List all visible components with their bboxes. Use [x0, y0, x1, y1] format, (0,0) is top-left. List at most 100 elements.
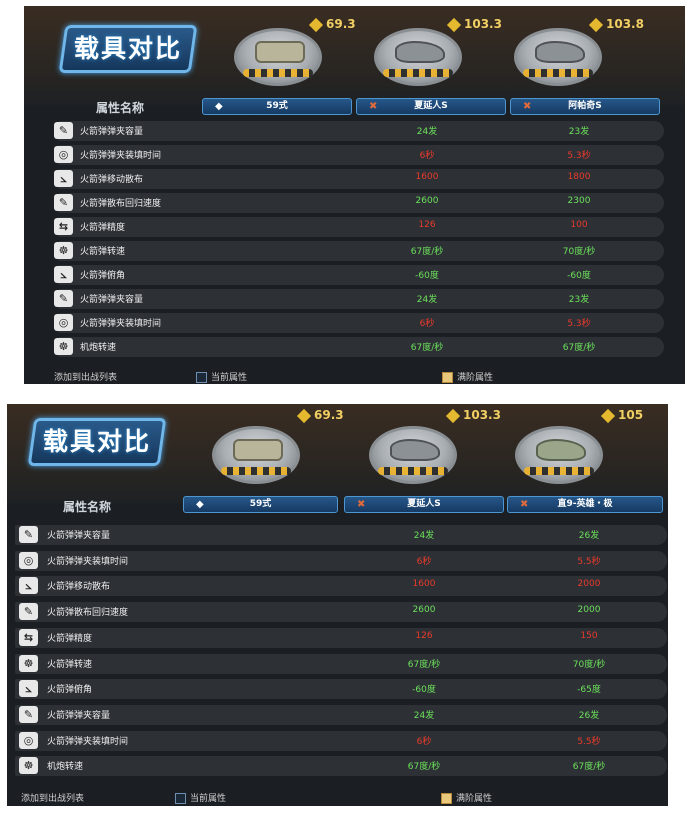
recover-icon: ✎ [54, 194, 73, 211]
rank-icon [588, 17, 604, 32]
add-to-battle-label[interactable]: 添加到出战列表 [21, 791, 84, 804]
attribute-value-vehicle-3: 1800 [567, 172, 591, 182]
close-icon[interactable]: ✖ [369, 99, 377, 114]
attribute-row: ⦣ 火箭弹移动散布 1600 2000 [7, 575, 668, 597]
attribute-label: 火箭弹移动散布 [80, 175, 144, 185]
vehicle-thumb-59[interactable] [212, 426, 300, 484]
attribute-row: ✎ 火箭弹弹夹容量 24发 23发 [24, 288, 685, 310]
attribute-row: ✎ 火箭弹散布回归速度 2600 2300 [24, 192, 685, 214]
attribute-value-vehicle-2: 6秒 [419, 151, 435, 161]
helicopter-icon [390, 439, 440, 461]
rank-icon [445, 408, 461, 423]
checkbox-icon [442, 372, 453, 383]
attribute-label: 火箭弹弹夹装填时间 [80, 151, 162, 161]
attribute-label: 火箭弹弹夹容量 [80, 295, 144, 305]
attribute-label: 火箭弹弹夹容量 [47, 710, 111, 721]
vehicle-tab-2[interactable]: ✖ 夏延人S [344, 496, 504, 513]
legend-current: 当前属性 [196, 370, 247, 383]
tank-icon [255, 41, 305, 63]
attribute-label: 火箭弹俯角 [47, 685, 93, 696]
recover-icon: ✎ [19, 603, 38, 621]
attribute-label: 机炮转速 [80, 343, 117, 353]
close-icon[interactable]: ✖ [357, 497, 365, 512]
attribute-value-vehicle-3: 70度/秒 [562, 247, 596, 257]
vehicle-thumb-2[interactable] [369, 426, 457, 484]
rank-icon [600, 408, 616, 423]
attribute-value-vehicle-3: 2000 [577, 579, 601, 590]
attribute-value-vehicle-2: 126 [418, 220, 436, 230]
attribute-value-vehicle-2: 24发 [416, 127, 438, 137]
vehicle-thumb-59[interactable] [234, 28, 322, 86]
attribute-value-vehicle-3: 26发 [578, 710, 600, 721]
checkbox-icon [441, 793, 452, 804]
page-title: 载具对比 [42, 427, 151, 456]
helicopter-icon [395, 41, 445, 63]
add-to-battle-label[interactable]: 添加到出战列表 [54, 370, 117, 383]
vehicle-rank-2: 103.3 [445, 408, 501, 423]
page-title: 载具对比 [73, 34, 182, 63]
attribute-row: ◎ 火箭弹弹夹装填时间 6秒 5.5秒 [7, 550, 668, 572]
vehicle-tab-3[interactable]: ✖ 直9-英雄・极 [507, 496, 663, 513]
attribute-row: ⇆ 火箭弹精度 126 100 [24, 216, 685, 238]
attribute-value-vehicle-2: 24发 [416, 295, 438, 305]
close-icon[interactable]: ✖ [523, 99, 531, 114]
attribute-label: 火箭弹弹夹装填时间 [47, 736, 129, 747]
vehicle-rank-1: 69.3 [308, 17, 356, 32]
precision-icon: ⇆ [54, 218, 73, 235]
attribute-label: 火箭弹精度 [47, 633, 93, 644]
attribute-value-vehicle-3: 5.5秒 [577, 556, 601, 567]
attribute-row: ☸ 火箭弹转速 67度/秒 70度/秒 [24, 240, 685, 262]
attribute-row: ✎ 火箭弹散布回归速度 2600 2000 [7, 601, 668, 623]
attribute-row: ☸ 火箭弹转速 67度/秒 70度/秒 [7, 653, 668, 675]
vehicle-thumb-3[interactable] [515, 426, 603, 484]
rank-icon [296, 408, 312, 423]
attribute-value-vehicle-3: 67度/秒 [572, 762, 606, 773]
attribute-value-vehicle-2: 126 [415, 630, 433, 641]
vehicle-thumb-3[interactable] [514, 28, 602, 86]
attribute-row: ⦣ 火箭弹俯角 -60度 -60度 [24, 264, 685, 286]
checkbox-icon [196, 372, 207, 383]
attribute-label: 火箭弹弹夹装填时间 [80, 319, 162, 329]
legend-current: 当前属性 [175, 791, 226, 804]
attribute-label: 火箭弹转速 [80, 247, 126, 257]
attribute-value-vehicle-2: 1600 [415, 172, 439, 182]
panel-title-badge: 载具对比 [58, 25, 198, 73]
rotate-icon: ☸ [19, 654, 38, 672]
precision-icon: ⇆ [19, 628, 38, 646]
gauge-icon: ◎ [19, 731, 38, 749]
attribute-label: 火箭弹弹夹装填时间 [47, 556, 129, 567]
attribute-label: 机炮转速 [47, 762, 84, 773]
gauge-icon: ◎ [19, 551, 38, 569]
rank-icon [446, 17, 462, 32]
vehicle-rank-3: 103.8 [588, 17, 644, 32]
attribute-label: 火箭弹精度 [80, 223, 126, 233]
depression-icon: ⦣ [54, 266, 73, 283]
legend-max: 满阶属性 [442, 370, 493, 383]
attribute-row: ☸ 机炮转速 67度/秒 67度/秒 [24, 336, 685, 358]
attribute-row: ☸ 机炮转速 67度/秒 67度/秒 [7, 755, 668, 777]
vehicle-tab-1[interactable]: ◆ 59式 [183, 496, 338, 513]
wrench-icon: ✎ [54, 290, 73, 307]
attribute-value-vehicle-3: 2000 [577, 605, 601, 616]
vehicle-tab-2[interactable]: ✖ 夏延人S [356, 98, 506, 115]
attribute-value-vehicle-2: -60度 [415, 271, 439, 281]
attribute-label: 火箭弹移动散布 [47, 582, 111, 593]
vehicle-thumb-2[interactable] [374, 28, 462, 86]
helicopter-icon [535, 41, 585, 63]
attribute-value-vehicle-2: 67度/秒 [407, 659, 441, 670]
attribute-row: ◎ 火箭弹弹夹装填时间 6秒 5.3秒 [24, 312, 685, 334]
close-icon[interactable]: ✖ [520, 497, 528, 512]
attribute-value-vehicle-2: 2600 [412, 605, 436, 616]
attribute-value-vehicle-2: 67度/秒 [407, 762, 441, 773]
attribute-row: ⦣ 火箭弹俯角 -60度 -65度 [7, 678, 668, 700]
vehicle-tab-3[interactable]: ✖ 阿帕奇S [510, 98, 660, 115]
attribute-row: ⇆ 火箭弹精度 126 150 [7, 627, 668, 649]
checkbox-icon [175, 793, 186, 804]
attribute-value-vehicle-2: 24发 [413, 710, 435, 721]
diamond-icon: ◆ [196, 499, 204, 510]
attribute-row: ⦣ 火箭弹移动散布 1600 1800 [24, 168, 685, 190]
vehicle-rank-3: 105 [600, 408, 643, 423]
vehicle-tab-1[interactable]: ◆ 59式 [202, 98, 352, 115]
attribute-row: ✎ 火箭弹弹夹容量 24发 26发 [7, 704, 668, 726]
attribute-value-vehicle-2: 6秒 [416, 736, 432, 747]
